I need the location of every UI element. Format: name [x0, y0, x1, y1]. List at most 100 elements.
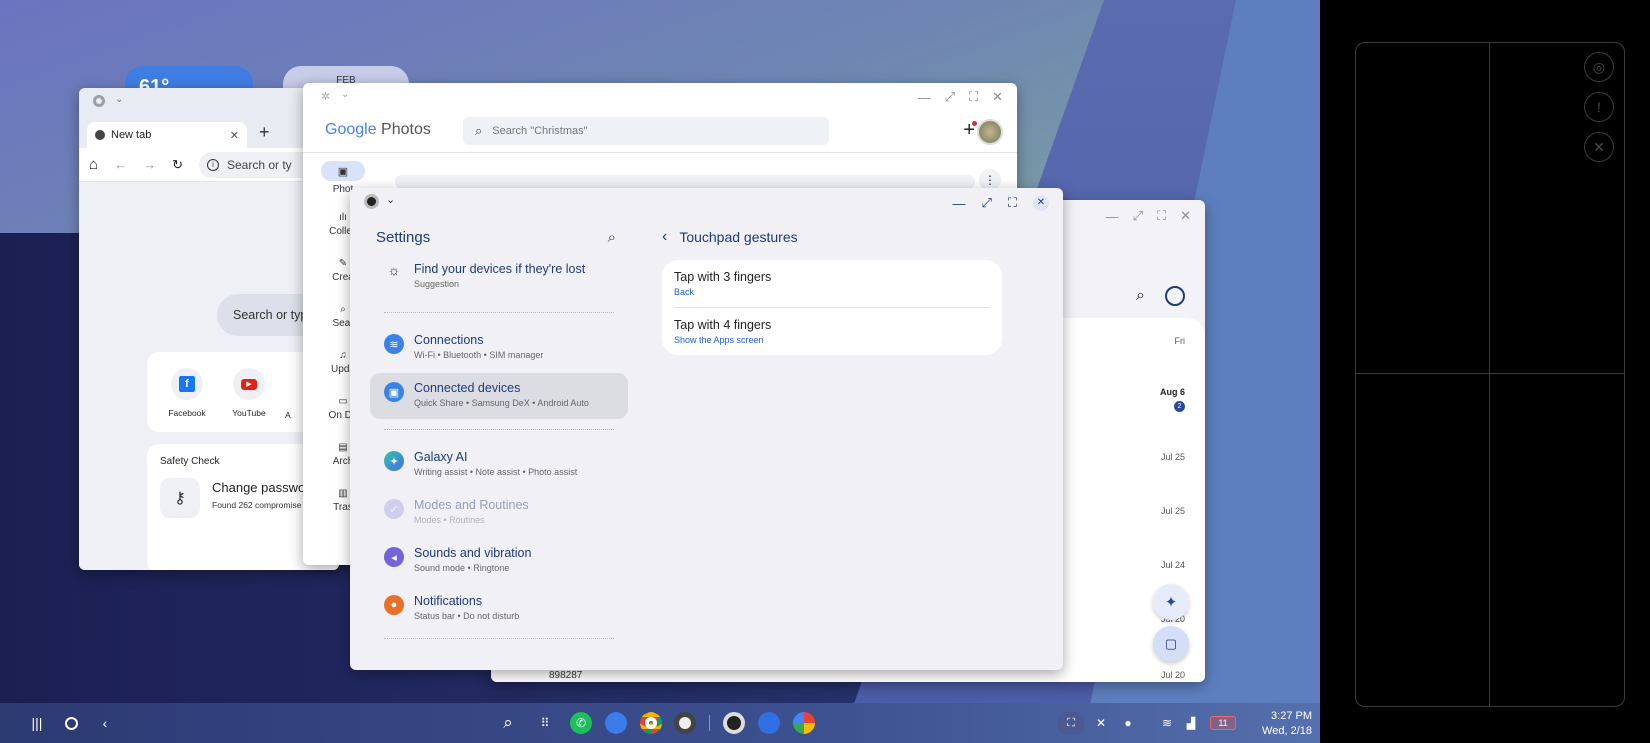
chrome-toolbar: ⌂ ← → ↻ i Search or ty — [79, 148, 339, 182]
minimize-icon[interactable]: — — [1106, 209, 1119, 224]
tab-title: New tab — [111, 129, 152, 141]
settings-app-icon — [364, 194, 379, 209]
settings-item-modes-routines[interactable]: ✓ Modes and Routines Modes • Routines — [370, 490, 628, 536]
maximize-icon[interactable]: ⛶ — [1157, 208, 1166, 224]
safety-item-sub: Found 262 compromise — [212, 500, 302, 510]
clock[interactable]: 3:27 PM Wed, 2/18 — [1248, 709, 1312, 739]
close-icon[interactable]: ✕ — [1180, 208, 1191, 224]
split-icon[interactable]: ⤢ — [981, 195, 991, 211]
home-icon[interactable]: ⌂ — [89, 156, 98, 173]
mute-icon[interactable]: ✕ — [1090, 712, 1112, 734]
alert-icon[interactable]: ! — [1584, 92, 1614, 122]
logo-google: Google — [325, 121, 377, 138]
search-icon[interactable]: ⌕ — [608, 229, 616, 246]
routines-icon: ✓ — [384, 499, 404, 519]
gesture-4-fingers[interactable]: Tap with 4 fingers Show the Apps screen — [674, 308, 990, 355]
shortcut-youtube[interactable]: ▶ YouTube — [229, 368, 269, 418]
date-aug6: Aug 6 — [1159, 387, 1185, 397]
settings-detail: ‹ Touchpad gestures Tap with 3 fingers B… — [662, 216, 1002, 355]
notification-dot-icon — [972, 121, 977, 126]
chat-fab[interactable]: ▢ — [1153, 626, 1189, 662]
settings-list: Settings ⌕ ☼ Find your devices if they'r… — [370, 216, 628, 647]
tab-new-tab[interactable]: New tab ✕ — [87, 122, 247, 148]
chrome-logo-icon — [93, 95, 105, 107]
gestures-card: Tap with 3 fingers Back Tap with 4 finge… — [662, 260, 1002, 355]
suggestion-find-devices[interactable]: ☼ Find your devices if they're lost Sugge… — [370, 254, 628, 300]
key-icon: ⚷ — [160, 478, 200, 518]
back-icon[interactable]: ← — [114, 157, 127, 172]
shortcut-facebook[interactable]: f Facebook — [167, 368, 207, 418]
safety-item-title[interactable]: Change passwo — [212, 480, 305, 495]
photos-search[interactable]: ⌕ Search "Christmas" — [463, 117, 829, 145]
devices-icon: ▣ — [384, 382, 404, 402]
minimize-icon[interactable]: — — [952, 196, 965, 211]
folder-icon: ▭ — [338, 395, 348, 407]
battery-icon: 11 — [1210, 716, 1236, 730]
gesture-3-fingers[interactable]: Tap with 3 fingers Back — [674, 260, 990, 308]
search-icon[interactable]: ⌕ — [497, 712, 519, 734]
settings-header: Settings ⌕ — [370, 220, 628, 254]
bell-icon: ♫ — [339, 349, 347, 361]
sparkle-fab[interactable]: ✦ — [1153, 584, 1189, 620]
reload-icon[interactable]: ↻ — [172, 157, 183, 173]
screenshot-icon[interactable]: ⛶ — [1058, 712, 1084, 734]
date-jul25a: Jul 25 — [1160, 452, 1185, 462]
photos-content-bar — [395, 175, 975, 189]
recents-icon[interactable]: ||| — [26, 712, 48, 734]
settings-titlebar: ⌄ — ⤢ ⛶ ✕ — [350, 188, 1063, 216]
settings-app-icon[interactable] — [723, 712, 745, 734]
settings-window: ⌄ — ⤢ ⛶ ✕ Settings ⌕ ☼ Find your devices… — [350, 188, 1063, 670]
date-fri: Fri — [1174, 336, 1186, 346]
shortcut-third[interactable]: A — [285, 410, 291, 420]
divider — [384, 429, 614, 430]
image-icon: ▣ — [321, 161, 365, 181]
close-icon[interactable]: ✕ — [1033, 195, 1049, 211]
info-icon: i — [206, 158, 219, 171]
split-icon[interactable]: ⤢ — [1133, 208, 1143, 224]
phone-app-icon[interactable]: ✆ — [570, 712, 592, 734]
clock-time: 3:27 PM — [1271, 710, 1312, 722]
chrome-tab-bar: ⌄ — [79, 88, 339, 118]
last-item-title[interactable]: 898287 — [549, 670, 582, 681]
chevron-down-icon[interactable]: ⌄ — [115, 94, 123, 105]
camera-app-icon[interactable] — [674, 712, 696, 734]
forward-icon[interactable]: → — [143, 157, 156, 172]
divider — [384, 638, 614, 639]
settings-item-notifications[interactable]: ● Notifications Status bar • Do not distu… — [370, 586, 628, 632]
touchpad-divider-vertical — [1489, 43, 1490, 706]
search-icon[interactable]: ⌕ — [1136, 287, 1145, 305]
sparkle-icon: ✦ — [384, 451, 404, 471]
photos-search-placeholder: Search "Christmas" — [492, 125, 588, 137]
collections-icon: ılı — [339, 211, 347, 223]
messages-app-icon-2[interactable] — [758, 712, 780, 734]
brush-icon: ✎ — [338, 257, 348, 269]
settings-item-connected-devices[interactable]: ▣ Connected devices Quick Share • Samsung… — [370, 373, 628, 419]
settings-item-sounds[interactable]: ◂ Sounds and vibration Sound mode • Ringt… — [370, 538, 628, 584]
home-icon[interactable] — [60, 712, 82, 734]
target-icon[interactable]: ◎ — [1584, 52, 1614, 82]
close-tab-icon[interactable]: ✕ — [230, 129, 239, 142]
logo-photos: Photos — [381, 121, 431, 138]
settings-title: Settings — [376, 228, 431, 246]
maximize-icon[interactable]: ⛶ — [1008, 195, 1017, 211]
back-icon[interactable]: ‹ — [94, 712, 116, 734]
speaker-icon: ◂ — [384, 547, 404, 567]
chrome-tab-icon — [95, 130, 105, 140]
chrome-app-icon[interactable] — [640, 712, 662, 734]
avatar[interactable] — [977, 119, 1003, 145]
settings-item-connections[interactable]: ≋ Connections Wi-Fi • Bluetooth • SIM man… — [370, 325, 628, 371]
safety-check-title: Safety Check — [160, 456, 220, 467]
chat-notification-icon[interactable]: ● — [1117, 712, 1139, 734]
wifi-icon: ≋ — [384, 334, 404, 354]
close-icon[interactable]: ✕ — [1584, 132, 1614, 162]
back-arrow-icon[interactable]: ‹ — [662, 228, 667, 246]
account-icon[interactable] — [1165, 286, 1185, 306]
chevron-down-icon[interactable]: ⌄ — [386, 193, 395, 206]
touchpad-divider-horizontal — [1356, 373, 1624, 374]
settings-item-galaxy-ai[interactable]: ✦ Galaxy AI Writing assist • Note assist … — [370, 442, 628, 488]
photos-logo[interactable]: Google Photos — [325, 121, 431, 139]
messages-app-icon[interactable] — [605, 712, 627, 734]
apps-grid-icon[interactable]: ⠿ — [534, 712, 556, 734]
photos-app-icon[interactable] — [793, 712, 815, 734]
new-tab-button[interactable]: + — [259, 122, 270, 143]
